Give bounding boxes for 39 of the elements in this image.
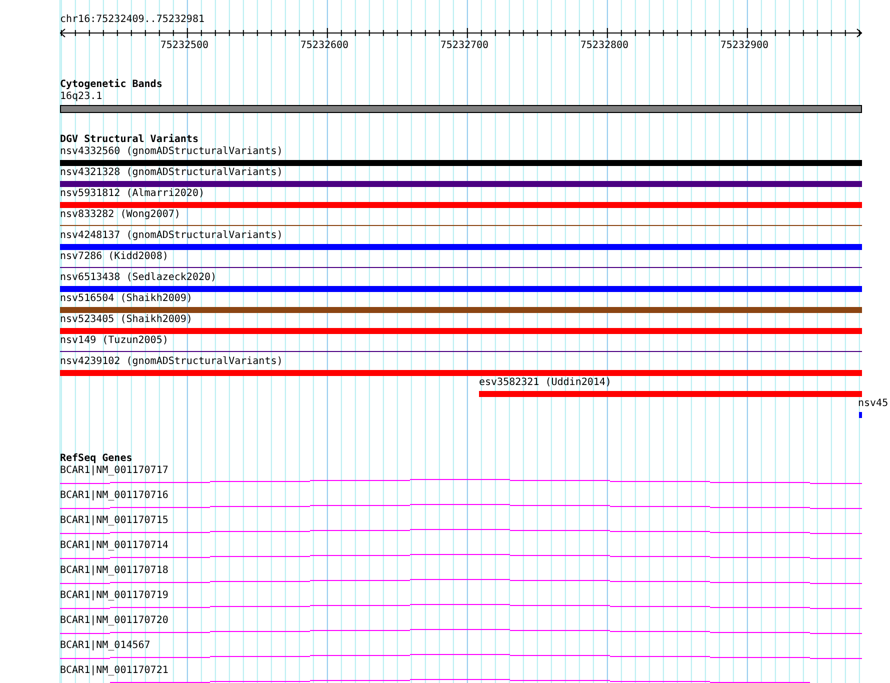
ruler-tick-label: 75232500 bbox=[160, 40, 209, 52]
variant-label: nsv45 bbox=[858, 398, 890, 410]
transcript-label: BCAR1|NM_001170715 bbox=[60, 515, 170, 527]
transcript-label: BCAR1|NM_001170718 bbox=[60, 565, 170, 577]
variant-label: nsv523405 (Shaikh2009) bbox=[60, 314, 194, 326]
variant-label: nsv5931812 (Almarri2020) bbox=[60, 188, 206, 200]
transcript-label: BCAR1|NM_001170717 bbox=[60, 465, 170, 477]
variant-bar[interactable] bbox=[60, 286, 862, 292]
variant-label: nsv149 (Tuzun2005) bbox=[60, 335, 170, 347]
ruler-tick-label: 75232700 bbox=[440, 40, 489, 52]
variant-tick[interactable] bbox=[859, 412, 862, 418]
region-label: chr16:75232409..75232981 bbox=[60, 14, 206, 26]
variant-label: nsv4321328 (gnomADStructuralVariants) bbox=[60, 167, 284, 179]
cytoband-bar[interactable] bbox=[60, 105, 862, 113]
variant-bar[interactable] bbox=[60, 160, 862, 166]
variant-bar[interactable] bbox=[60, 306, 862, 312]
variant-label: nsv833282 (Wong2007) bbox=[60, 209, 182, 221]
variant-bar[interactable] bbox=[60, 180, 862, 186]
track-title: Cytogenetic Bands bbox=[60, 79, 164, 91]
ruler-tick-label: 75232800 bbox=[580, 40, 629, 52]
transcript-label: BCAR1|NM_001170714 bbox=[60, 540, 170, 552]
track-title: RefSeq Genes bbox=[60, 453, 134, 465]
transcript-label: BCAR1|NM_001170720 bbox=[60, 615, 170, 627]
variant-label: nsv4248137 (gnomADStructuralVariants) bbox=[60, 230, 284, 242]
transcript-label: BCAR1|NM_001170721 bbox=[60, 665, 170, 677]
variant-label: esv3582321 (Uddin2014) bbox=[479, 377, 612, 389]
transcript-label: BCAR1|NM_014567 bbox=[60, 640, 152, 652]
transcript-label: BCAR1|NM_001170719 bbox=[60, 590, 170, 602]
band-label: 16q23.1 bbox=[60, 91, 104, 103]
variant-label: nsv516504 (Shaikh2009) bbox=[60, 293, 194, 305]
transcript-label: BCAR1|NM_001170716 bbox=[60, 490, 170, 502]
track-title: DGV Structural Variants bbox=[60, 134, 200, 146]
variant-label: nsv6513438 (Sedlazeck2020) bbox=[60, 272, 218, 284]
ruler-tick-label: 75232900 bbox=[720, 40, 769, 52]
variant-label: nsv4332560 (gnomADStructuralVariants) bbox=[60, 146, 284, 158]
variant-label: nsv4239102 (gnomADStructuralVariants) bbox=[60, 356, 284, 368]
ruler-tick-label: 75232600 bbox=[300, 40, 349, 52]
variant-label: nsv7286 (Kidd2008) bbox=[60, 251, 170, 263]
variant-bar[interactable] bbox=[60, 244, 862, 250]
